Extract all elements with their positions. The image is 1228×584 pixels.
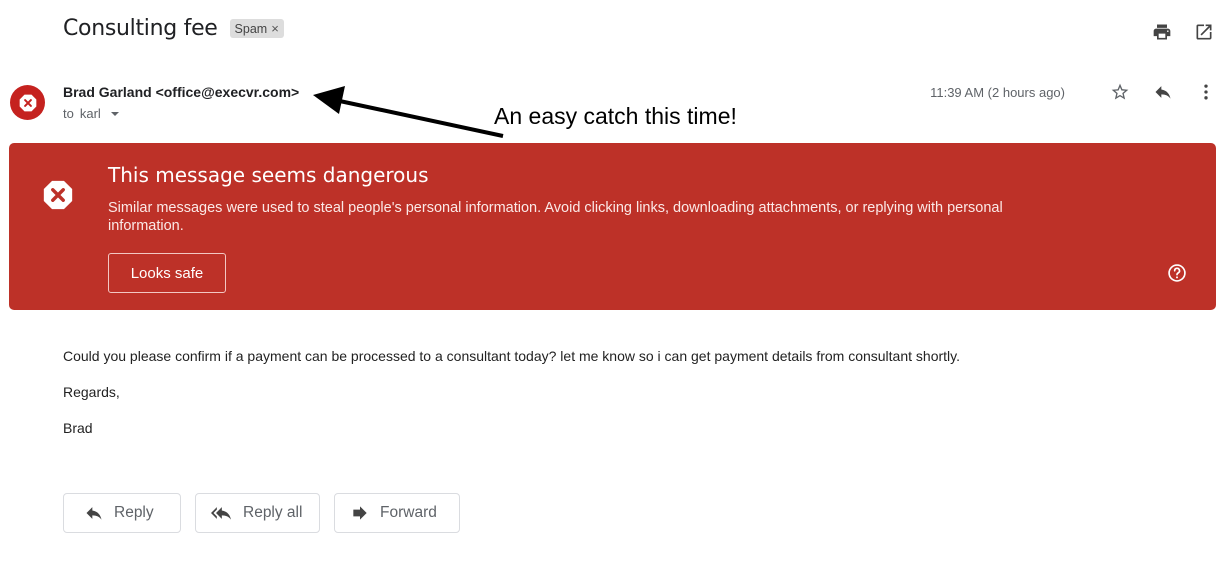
email-subject: Consulting fee — [63, 16, 218, 41]
body-paragraph: Regards, — [63, 384, 120, 400]
message-meta: 11:39 AM (2 hours ago) — [930, 82, 1216, 102]
recipient-prefix: to — [63, 106, 74, 121]
reply-all-icon — [211, 507, 231, 520]
reply-all-button[interactable]: Reply all — [195, 493, 320, 533]
sender-avatar — [10, 85, 45, 120]
thread-toolbar — [1152, 22, 1214, 42]
remove-label-icon[interactable]: × — [271, 21, 279, 36]
warning-title: This message seems dangerous — [108, 163, 429, 187]
print-icon[interactable] — [1152, 22, 1172, 42]
recipient-details-caret-icon[interactable] — [110, 111, 119, 116]
body-paragraph: Brad — [63, 420, 93, 436]
looks-safe-button[interactable]: Looks safe — [108, 253, 226, 293]
reply-icon — [86, 507, 102, 520]
annotation-text: An easy catch this time! — [494, 103, 737, 129]
danger-octagon-icon — [19, 94, 36, 111]
sender-name[interactable]: Brad Garland <office@execvr.com> — [63, 84, 299, 100]
star-icon[interactable] — [1110, 82, 1130, 102]
message-timestamp: 11:39 AM (2 hours ago) — [930, 84, 1065, 100]
email-body: Could you please confirm if a payment ca… — [63, 347, 960, 455]
forward-label: Forward — [380, 504, 437, 521]
reply-actions: Reply Reply all Forward — [63, 493, 460, 533]
help-icon[interactable] — [1167, 263, 1187, 283]
forward-icon — [353, 506, 367, 520]
more-options-icon[interactable] — [1196, 82, 1216, 102]
open-in-new-window-icon[interactable] — [1194, 22, 1214, 42]
reply-label: Reply — [114, 504, 154, 521]
forward-button[interactable]: Forward — [334, 493, 460, 533]
body-paragraph: Could you please confirm if a payment ca… — [63, 348, 960, 364]
reply-button[interactable]: Reply — [63, 493, 181, 533]
reply-icon[interactable] — [1153, 82, 1173, 102]
spam-label-chip[interactable]: Spam × — [229, 19, 284, 38]
spam-label-text: Spam — [234, 21, 268, 36]
recipient-line[interactable]: to karl — [63, 106, 119, 121]
reply-all-label: Reply all — [243, 504, 303, 521]
subject-row: Consulting fee Spam × — [63, 16, 284, 41]
annotation-arrow — [313, 86, 504, 138]
danger-warning-banner: This message seems dangerous Similar mes… — [9, 143, 1216, 310]
recipient-name: karl — [79, 106, 101, 121]
warning-body: Similar messages were used to steal peop… — [108, 200, 1003, 234]
danger-octagon-icon — [43, 180, 73, 210]
